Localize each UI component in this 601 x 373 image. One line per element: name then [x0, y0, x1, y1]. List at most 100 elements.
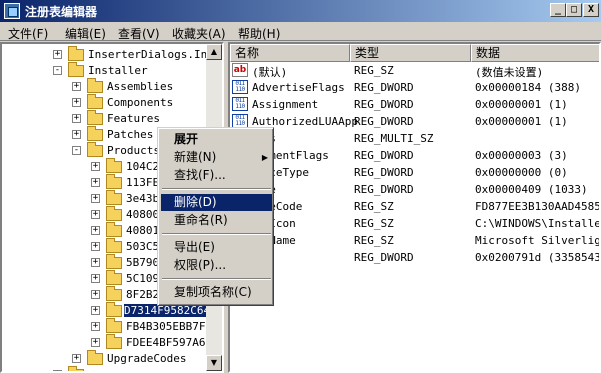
value-row[interactable]: on REG_DWORD 0x0200791d (33585437) — [230, 249, 599, 266]
menu-item-copy-key-name[interactable]: 复制项名称(C) — [161, 284, 272, 301]
menu-item-rename[interactable]: 重命名(R) — [161, 212, 272, 229]
folder-icon — [87, 94, 103, 109]
tree-item-assemblies[interactable]: + Assemblies — [2, 78, 208, 95]
menu-favorites[interactable]: 收藏夹(A) — [172, 25, 226, 42]
expand-icon[interactable]: + — [91, 338, 100, 347]
value-data: 0x00000409 (1033) — [475, 183, 588, 196]
expand-icon[interactable]: + — [91, 242, 100, 251]
collapse-icon[interactable]: - — [53, 66, 62, 75]
menu-separator — [162, 278, 271, 280]
menu-file[interactable]: 文件(F) — [8, 25, 48, 42]
value-type: REG_SZ — [354, 64, 394, 77]
tree-item-label: UpgradeCodes — [107, 352, 187, 365]
tree-item-label: 5B790 — [126, 256, 160, 269]
tree-item-label: 40800 — [126, 208, 160, 221]
column-header-data[interactable]: 数据 — [471, 44, 599, 62]
expand-icon[interactable]: + — [91, 210, 100, 219]
expand-icon[interactable]: + — [72, 82, 81, 91]
value-data: 0x00000003 (3) — [475, 149, 568, 162]
folder-icon — [106, 302, 122, 317]
expand-icon[interactable]: + — [91, 290, 100, 299]
menu-view[interactable]: 查看(V) — [118, 25, 160, 42]
menu-item-new[interactable]: 新建(N) ▶ — [161, 149, 272, 166]
value-row[interactable]: ab (默认) REG_SZ (数值未设置) — [230, 62, 599, 79]
tree-item-installer[interactable]: - Installer — [2, 62, 208, 79]
menu-item-export[interactable]: 导出(E) — [161, 239, 272, 256]
expand-icon[interactable]: + — [72, 114, 81, 123]
expand-icon[interactable]: + — [53, 50, 62, 59]
folder-icon — [106, 158, 122, 173]
expand-icon[interactable]: + — [91, 162, 100, 171]
expand-icon[interactable]: + — [72, 98, 81, 107]
folder-icon — [106, 254, 122, 269]
menu-item-find[interactable]: 查找(F)... — [161, 167, 272, 184]
menu-edit[interactable]: 编辑(E) — [65, 25, 106, 42]
folder-icon — [68, 46, 84, 61]
folder-open-icon — [68, 62, 84, 77]
title-bar: 注册表编辑器 _ □ X — [0, 0, 601, 22]
value-row[interactable]: ctIcon REG_SZ C:\WINDOWS\Installer\ — [230, 215, 599, 232]
maximize-button[interactable]: □ — [566, 3, 582, 17]
tree-item-product-key[interactable]: + FDEE4BF597A63 — [2, 334, 212, 351]
menu-help[interactable]: 帮助(H) — [238, 25, 280, 42]
tree-item-label: 503C5 — [126, 240, 160, 253]
tree-item-label: Components — [107, 96, 174, 109]
collapse-icon[interactable]: - — [72, 146, 81, 155]
tree-item-inserterdialogs[interactable]: + InserterDialogs.Ins — [2, 46, 214, 63]
value-row[interactable]: age REG_DWORD 0x00000409 (1033) — [230, 181, 599, 198]
tree-item-features[interactable]: + Features — [2, 110, 208, 127]
tree-item-product-key[interactable]: + FB4B305EBB7FF — [2, 318, 212, 335]
menu-item-delete[interactable]: 删除(D) — [161, 194, 272, 211]
value-row[interactable]: 011 110 AdvertiseFlags REG_DWORD 0x000001… — [230, 79, 599, 96]
tree-item-label: Products — [107, 144, 160, 157]
value-row[interactable]: 011 110 AuthorizedLUAApp REG_DWORD 0x0000… — [230, 113, 599, 130]
tree-item-label: Installer — [88, 64, 148, 77]
value-row[interactable]: anceType REG_DWORD 0x00000000 (0) — [230, 164, 599, 181]
menu-item-expand[interactable]: 展开 — [161, 131, 272, 148]
column-header-name[interactable]: 名称 — [230, 44, 350, 62]
menu-separator — [162, 188, 271, 190]
folder-icon — [68, 366, 84, 371]
expand-icon[interactable]: + — [72, 130, 81, 139]
value-row[interactable]: ageCode REG_SZ FD877EE3B130AAD45853 — [230, 198, 599, 215]
value-row[interactable]: oymentFlags REG_DWORD 0x00000003 (3) — [230, 147, 599, 164]
value-row[interactable]: 011 110 Assignment REG_DWORD 0x00000001 (… — [230, 96, 599, 113]
tree-item-components[interactable]: + Components — [2, 94, 208, 111]
folder-icon — [87, 78, 103, 93]
minimize-button[interactable]: _ — [550, 3, 566, 17]
folder-icon — [106, 190, 122, 205]
registry-value-list[interactable]: 名称 类型 数据 ab (默认) REG_SZ (数值未设置) 011 110 A… — [228, 42, 601, 373]
expand-icon[interactable]: + — [91, 258, 100, 267]
value-data: 0x00000001 (1) — [475, 98, 568, 111]
expand-icon[interactable]: + — [91, 194, 100, 203]
expand-icon[interactable]: + — [91, 322, 100, 331]
tree-item-partial[interactable]: + — [2, 366, 208, 371]
binary-value-icon: 011 110 — [232, 97, 248, 111]
expand-icon[interactable]: + — [91, 178, 100, 187]
menu-item-permissions[interactable]: 权限(P)... — [161, 257, 272, 274]
value-name: AdvertiseFlags — [252, 81, 345, 94]
column-header-type[interactable]: 类型 — [350, 44, 471, 62]
window-title: 注册表编辑器 — [25, 5, 98, 19]
scroll-up-arrow-icon[interactable]: ▲ — [206, 44, 222, 60]
regedit-app-icon[interactable] — [4, 3, 20, 19]
value-type: REG_SZ — [354, 234, 394, 247]
folder-icon — [106, 318, 122, 333]
expand-icon[interactable]: + — [72, 354, 81, 363]
close-button[interactable]: X — [583, 3, 599, 17]
scroll-down-arrow-icon[interactable]: ▼ — [206, 355, 222, 371]
expand-icon[interactable]: + — [91, 274, 100, 283]
menu-bar: 文件(F) 编辑(E) 查看(V) 收藏夹(A) 帮助(H) — [0, 22, 601, 41]
submenu-arrow-icon: ▶ — [261, 153, 268, 162]
value-type: REG_DWORD — [354, 115, 414, 128]
value-type: REG_SZ — [354, 200, 394, 213]
value-type: REG_DWORD — [354, 149, 414, 162]
folder-icon — [87, 126, 103, 141]
value-row[interactable]: nts REG_MULTI_SZ — [230, 130, 599, 147]
expand-icon[interactable]: + — [91, 306, 100, 315]
tree-item-label: 104C2 — [126, 160, 160, 173]
value-row[interactable]: ctName REG_SZ Microsoft Silverlight — [230, 232, 599, 249]
tree-item-upgradecodes[interactable]: + UpgradeCodes — [2, 350, 208, 367]
tree-item-label: InserterDialogs.Ins — [88, 48, 214, 61]
expand-icon[interactable]: + — [91, 226, 100, 235]
